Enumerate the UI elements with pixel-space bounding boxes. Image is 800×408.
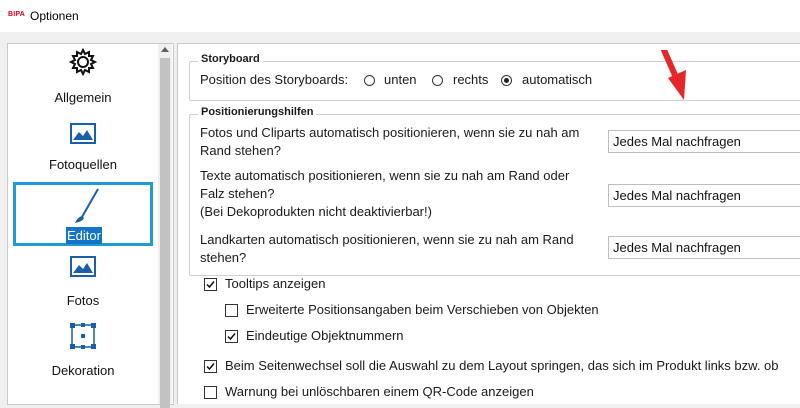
sidebar-item-dekoration[interactable]: Dekoration	[8, 316, 158, 386]
selection-frame-icon	[70, 323, 96, 349]
photo-autoposition-select[interactable]: Jedes Mal nachfragen	[608, 130, 800, 153]
tooltips-checkbox[interactable]	[204, 278, 217, 291]
sidebar-item-label: Fotoquellen	[49, 157, 117, 172]
scroll-up-icon[interactable]	[161, 47, 169, 52]
tooltips-label[interactable]: Tooltips anzeigen	[225, 275, 325, 293]
photo-autoposition-value: Jedes Mal nachfragen	[613, 134, 741, 149]
sidebar-item-label: Allgemein	[54, 90, 112, 105]
text-autoposition-select[interactable]: Jedes Mal nachfragen	[608, 184, 800, 207]
radio-automatisch[interactable]	[501, 75, 512, 86]
sidebar-item-fotoquellen[interactable]: Fotoquellen	[8, 114, 158, 180]
map-autoposition-value: Jedes Mal nachfragen	[613, 240, 741, 255]
checkmark-icon	[206, 363, 215, 371]
text-autoposition-value: Jedes Mal nachfragen	[613, 188, 741, 203]
map-autoposition-select[interactable]: Jedes Mal nachfragen	[608, 236, 800, 259]
sidebar-item-label: Editor	[66, 227, 102, 244]
radio-rechts[interactable]	[432, 75, 443, 86]
photo-icon	[70, 256, 96, 277]
text-autoposition-label: Texte automatisch positionieren, wenn si…	[200, 168, 570, 183]
unique-numbers-checkbox[interactable]	[225, 330, 238, 343]
sidebar-item-allgemein[interactable]: Allgemein	[8, 44, 158, 114]
photo-icon	[70, 123, 96, 144]
storyboard-position-label: Position des Storyboards:	[200, 72, 349, 87]
map-autoposition-label-2: stehen?	[200, 250, 247, 265]
text-autoposition-note: (Bei Dekoprodukten nicht deaktivierbar!)	[200, 204, 432, 219]
options-sidebar: Allgemein Fotoquellen Editor Fotos Dekor…	[7, 43, 174, 408]
qr-warning-checkbox[interactable]	[204, 386, 217, 399]
extended-positions-label[interactable]: Erweiterte Positionsangaben beim Verschi…	[246, 301, 599, 319]
gear-icon	[68, 47, 98, 77]
radio-automatisch-label[interactable]: automatisch	[522, 71, 592, 89]
sidebar-item-editor[interactable]: Editor	[13, 182, 153, 246]
editor-options-panel: Storyboard Position des Storyboards: unt…	[177, 43, 800, 404]
annotation-arrow-icon	[661, 50, 686, 100]
page-change-label[interactable]: Beim Seitenwechsel soll die Auswahl zu d…	[225, 357, 779, 375]
positioning-group-title: Positionierungshilfen	[198, 106, 317, 118]
text-autoposition-label-2: Falz stehen?	[200, 186, 275, 201]
map-autoposition-label: Landkarten automatisch positionieren, we…	[200, 232, 574, 247]
page-change-checkbox[interactable]	[204, 360, 217, 373]
scroll-thumb[interactable]	[160, 58, 170, 408]
checkmark-icon	[227, 333, 236, 341]
storyboard-group-title: Storyboard	[198, 53, 263, 65]
photo-autoposition-label: Fotos und Cliparts automatisch positioni…	[200, 125, 580, 140]
sidebar-item-fotos[interactable]: Fotos	[8, 250, 158, 316]
app-logo: BIPA	[8, 11, 26, 18]
extended-positions-checkbox[interactable]	[225, 304, 238, 317]
radio-unten[interactable]	[364, 75, 375, 86]
title-bar: BIPA Optionen	[0, 0, 800, 32]
radio-unten-label[interactable]: unten	[384, 71, 417, 89]
brush-icon	[75, 188, 99, 223]
qr-warning-label[interactable]: Warnung bei unlöschbaren einem QR-Code a…	[225, 383, 534, 401]
photo-autoposition-label-2: Rand stehen?	[200, 143, 281, 158]
sidebar-item-label: Fotos	[66, 293, 100, 308]
window-title: Optionen	[30, 9, 79, 23]
sidebar-scrollbar[interactable]	[158, 44, 172, 408]
radio-rechts-label[interactable]: rechts	[453, 71, 488, 89]
sidebar-item-label: Dekoration	[51, 363, 115, 378]
unique-numbers-label[interactable]: Eindeutige Objektnummern	[246, 327, 404, 345]
checkmark-icon	[206, 281, 215, 289]
